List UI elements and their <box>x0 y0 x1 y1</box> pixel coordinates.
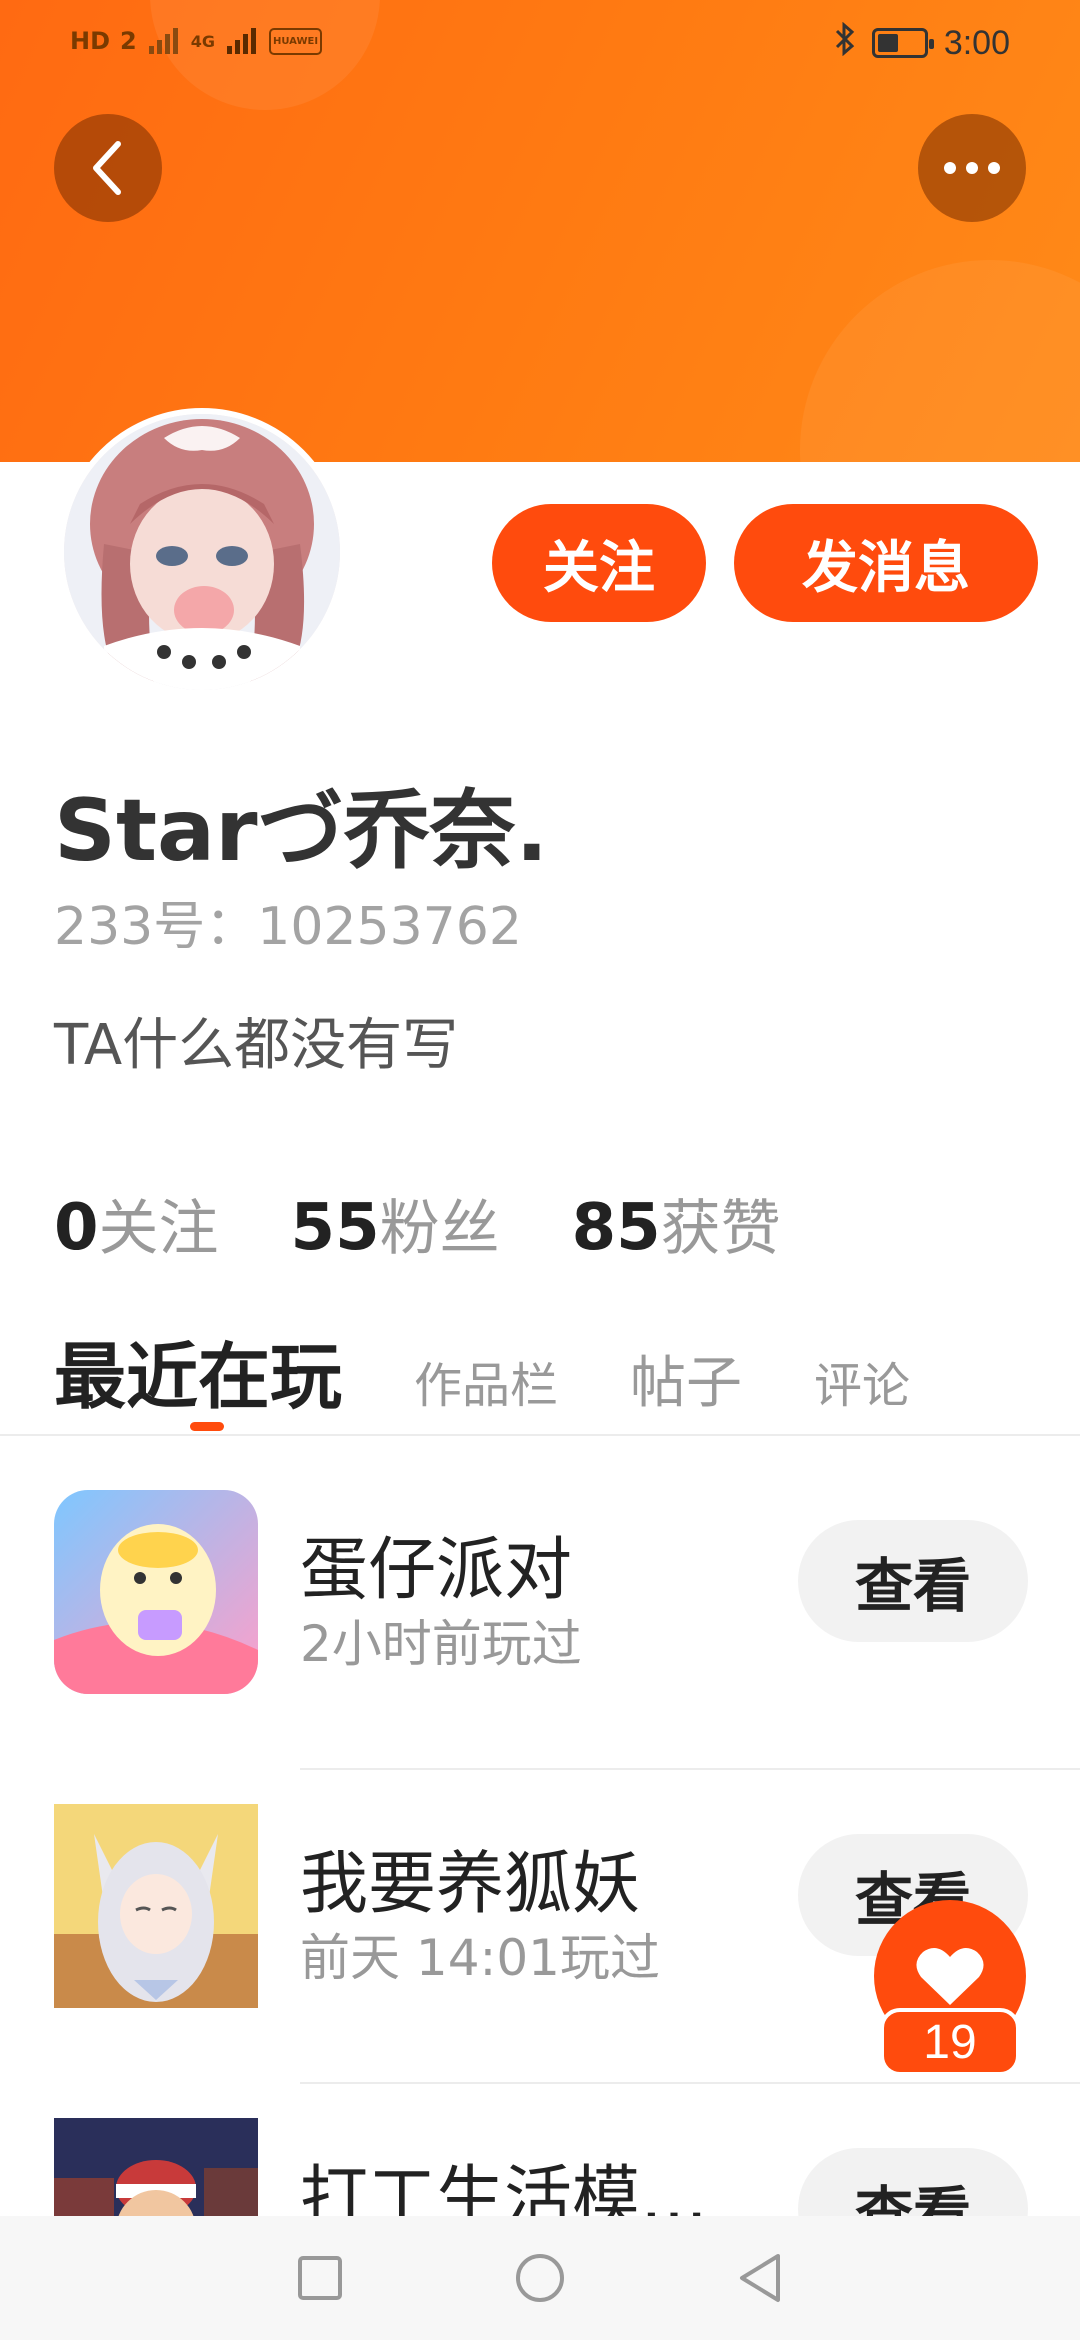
bio: TA什么都没有写 <box>54 1013 459 1078</box>
game-name: 我要养狐妖 <box>300 1845 641 1924</box>
username: Starづ乔奈. <box>54 781 549 881</box>
avatar-anime-girl-image <box>64 414 340 690</box>
signal-icon <box>226 28 256 54</box>
status-left-icons: HD 2 4G HUAWEI <box>70 26 323 56</box>
game-icon-eggy-party <box>54 1490 258 1694</box>
follow-button[interactable]: 关注 <box>492 504 706 622</box>
bluetooth-icon <box>834 21 856 64</box>
followers-count: 55 <box>290 1191 380 1265</box>
profile-stats: 0关注 55粉丝 85获赞 <box>54 1180 781 1267</box>
tab-works[interactable]: 作品栏 <box>414 1346 558 1416</box>
banner-decoration <box>800 260 1080 462</box>
following-count: 0 <box>54 1191 99 1265</box>
network-4g-icon: 4G <box>190 31 215 51</box>
signal-off-icon <box>148 28 178 54</box>
status-bar: HD 2 4G HUAWEI 3:00 <box>0 0 1080 90</box>
tab-comments[interactable]: 评论 <box>814 1346 910 1416</box>
status-time: 3:00 <box>943 23 1010 62</box>
last-played-time: 2小时前玩过 <box>300 1615 582 1673</box>
battery-icon <box>871 28 934 58</box>
status-right-icons: 3:00 <box>834 21 1010 64</box>
following-label: 关注 <box>98 1194 219 1264</box>
hd-icon: HD <box>70 27 111 55</box>
more-button[interactable] <box>918 114 1026 222</box>
avatar[interactable] <box>58 408 346 696</box>
list-item[interactable]: 蛋仔派对 2小时前玩过 查看 <box>0 1456 1080 1770</box>
heart-icon <box>916 1948 984 2005</box>
recent-apps-icon[interactable] <box>296 2254 344 2302</box>
likes-label: 获赞 <box>660 1194 781 1264</box>
huawei-app-icon: HUAWEI <box>268 27 323 55</box>
tab-posts[interactable]: 帖子 <box>630 1338 742 1419</box>
like-count-badge: 19 <box>880 2008 1020 2076</box>
back-nav-icon[interactable] <box>736 2252 784 2304</box>
battery-level-fill <box>877 34 898 52</box>
likes-stat[interactable]: 85获赞 <box>572 1180 781 1267</box>
active-tab-indicator <box>190 1422 224 1431</box>
followers-stat[interactable]: 55粉丝 <box>291 1180 500 1267</box>
user-id: 233号：10253762 <box>54 897 522 957</box>
game-name: 蛋仔派对 <box>300 1531 573 1610</box>
following-stat[interactable]: 0关注 <box>54 1180 219 1267</box>
system-navigation-bar <box>0 2216 1080 2340</box>
last-played-time: 前天 14:01玩过 <box>300 1929 660 1987</box>
back-button[interactable] <box>54 114 162 222</box>
home-icon[interactable] <box>514 2252 566 2304</box>
view-button[interactable]: 查看 <box>798 1520 1028 1642</box>
tab-recently-played[interactable]: 最近在玩 <box>54 1318 342 1423</box>
likes-count: 85 <box>571 1191 661 1265</box>
profile-tabs: 最近在玩 作品栏 帖子 评论 <box>54 1318 982 1423</box>
sim-icon: 2 <box>120 27 137 55</box>
chevron-left-icon <box>93 141 121 195</box>
tabs-divider <box>0 1434 1080 1436</box>
followers-label: 粉丝 <box>379 1194 500 1264</box>
game-icon-fox-spirit <box>54 1804 258 2008</box>
send-message-button[interactable]: 发消息 <box>734 504 1038 622</box>
ellipsis-icon <box>944 162 1000 174</box>
